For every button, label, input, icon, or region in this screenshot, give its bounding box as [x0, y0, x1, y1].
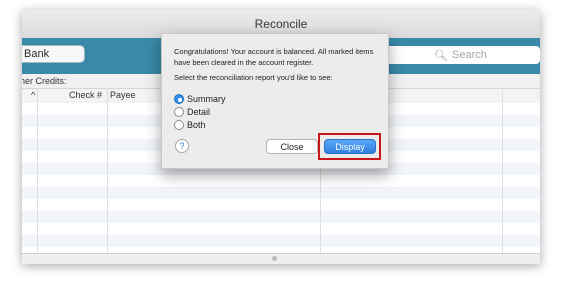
- radio-selected-icon[interactable]: [174, 94, 184, 104]
- display-button-highlight: [318, 133, 381, 160]
- help-icon[interactable]: ?: [175, 139, 189, 153]
- radio-unselected-icon[interactable]: [174, 107, 184, 117]
- column-divider: [107, 88, 108, 253]
- status-bar: [22, 253, 540, 264]
- column-header-check-number[interactable]: Check #: [69, 90, 102, 100]
- window-title: Reconcile: [254, 17, 308, 31]
- column-header-payee[interactable]: Payee: [110, 90, 136, 100]
- resize-grip[interactable]: [272, 256, 277, 261]
- radio-detail-label: Detail: [187, 107, 211, 117]
- column-divider: [502, 88, 503, 253]
- search-icon: 🔍︎: [434, 50, 448, 62]
- balance-message: Congratulations! Your account is balance…: [174, 47, 374, 67]
- radio-summary-label: Summary: [187, 94, 226, 104]
- report-prompt: Select the reconciliation report you'd l…: [174, 73, 333, 82]
- credits-label: her Credits:: [22, 76, 67, 86]
- column-divider: [37, 88, 38, 253]
- close-button[interactable]: Close: [266, 139, 318, 154]
- radio-unselected-icon[interactable]: [174, 120, 184, 130]
- radio-both-label: Both: [187, 120, 206, 130]
- reconcile-complete-dialog: Congratulations! Your account is balance…: [161, 33, 389, 169]
- account-selector-button[interactable]: Bank: [22, 46, 84, 62]
- search-placeholder: Search: [452, 49, 487, 61]
- sort-indicator-icon[interactable]: ^: [31, 90, 35, 100]
- search-input[interactable]: 🔍︎ Search: [380, 46, 540, 64]
